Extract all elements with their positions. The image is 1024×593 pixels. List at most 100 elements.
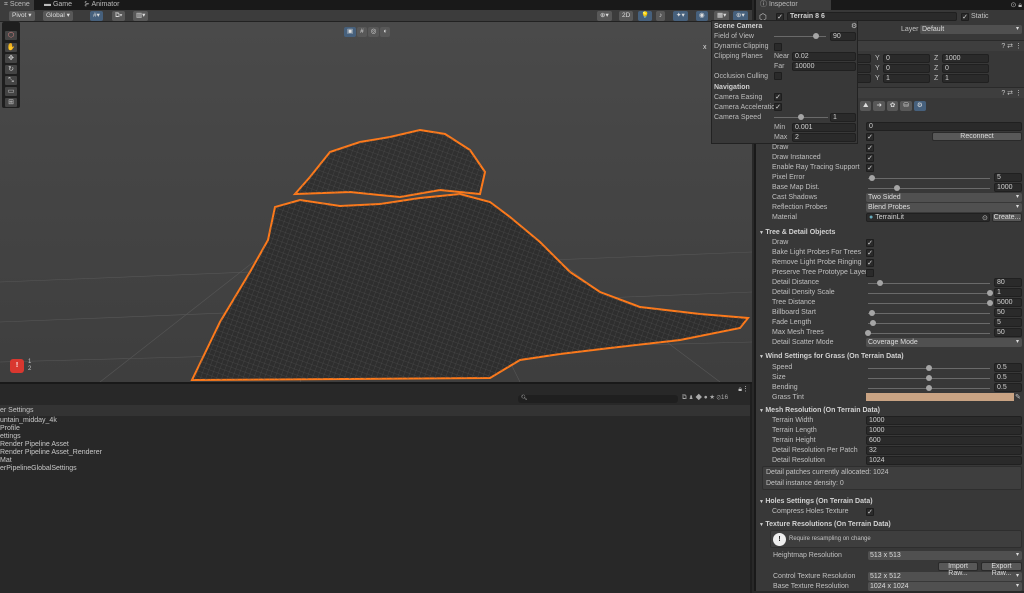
paint-details-tool-icon[interactable]: ✿ — [887, 101, 898, 111]
export-raw-button[interactable]: Export Raw... — [981, 562, 1022, 571]
texture-resolutions-header[interactable]: ▼ Texture Resolutions (On Terrain Data) — [756, 520, 1024, 530]
slider-track[interactable] — [868, 293, 990, 294]
grouping-id-field[interactable]: 0 — [866, 122, 1022, 131]
slider-track[interactable] — [868, 178, 990, 179]
slider-track[interactable] — [868, 303, 990, 304]
slider-knob[interactable] — [869, 175, 875, 181]
position-z-field[interactable]: 1000 — [942, 54, 989, 63]
scene-visibility-icon[interactable]: ◉ — [696, 11, 708, 21]
camera-acceleration-checkbox[interactable]: ✓ — [774, 103, 782, 111]
rect-tool-icon[interactable]: ▭ — [5, 87, 17, 96]
setting-dropdown[interactable]: Two Sided — [866, 193, 1022, 202]
far-field[interactable]: 10000 — [792, 62, 856, 71]
slider-knob[interactable] — [987, 300, 993, 306]
lock-icon[interactable]: 🔒︎⋮ — [738, 385, 749, 394]
component-menu-icon[interactable]: ? ⇄ ⋮ — [1001, 89, 1022, 97]
create-material-button[interactable]: Create... — [992, 213, 1022, 222]
setting-dropdown[interactable]: Blend Probes — [866, 203, 1022, 212]
draw-checkbox[interactable]: ✓ — [866, 239, 874, 247]
preserve-tree-prototype-layers-checkbox[interactable] — [866, 269, 874, 277]
favorite-icon[interactable]: ★ — [710, 394, 717, 401]
scale-tool-icon[interactable]: ⤡ — [5, 76, 17, 85]
camera-easing-checkbox[interactable]: ✓ — [774, 93, 782, 101]
scale-y-field[interactable]: 1 — [883, 74, 930, 83]
slider-knob[interactable] — [926, 365, 932, 371]
grid-snap-button[interactable]: #▾ — [90, 11, 103, 21]
project-list-item[interactable]: ettings — [0, 433, 21, 441]
compress-holes-texture-checkbox[interactable]: ✓ — [866, 508, 874, 516]
slider-track[interactable] — [868, 368, 990, 369]
slider-track[interactable] — [868, 333, 990, 334]
setting-dropdown[interactable]: Coverage Mode — [866, 338, 1022, 347]
slider-knob[interactable] — [987, 290, 993, 296]
near-field[interactable]: 0.02 — [792, 52, 856, 61]
slider-track[interactable] — [868, 283, 990, 284]
speed-max-field[interactable]: 2 — [792, 133, 856, 142]
position-y-field[interactable]: 0 — [883, 54, 930, 63]
speed-min-field[interactable]: 0.001 — [792, 123, 856, 132]
pivot-dropdown[interactable]: Pivot ▾ — [9, 11, 35, 21]
slider-knob[interactable] — [813, 33, 819, 39]
slider-value-field[interactable]: 5000 — [994, 298, 1022, 307]
import-raw-button[interactable]: Import Raw... — [938, 562, 978, 571]
rotation-y-field[interactable]: 0 — [883, 64, 930, 73]
fov-slider[interactable] — [774, 36, 826, 37]
project-list-item[interactable]: Mat — [0, 457, 12, 465]
project-list-item[interactable]: Render Pipeline Asset_Renderer — [0, 449, 102, 457]
slider-knob[interactable] — [926, 385, 932, 391]
setting-field[interactable]: 600 — [866, 436, 1022, 445]
tab-inspector[interactable]: ⓘ Inspector — [756, 0, 831, 10]
draw-mode-button[interactable]: ⊕▾ — [597, 11, 612, 21]
static-checkbox[interactable]: ✓ — [961, 13, 969, 21]
slider-knob[interactable] — [926, 375, 932, 381]
raise-terrain-tool-icon[interactable]: ⛰ — [860, 101, 871, 111]
slider-knob[interactable] — [865, 330, 871, 336]
effects-toggle-icon[interactable]: ✦▾ — [673, 11, 688, 21]
tab-scene[interactable]: ⌗ Scene — [0, 0, 34, 10]
setting-field[interactable]: 32 — [866, 446, 1022, 455]
tree-detail-header[interactable]: ▼ Tree & Detail Objects — [756, 228, 1024, 238]
occlusion-culling-checkbox[interactable] — [774, 72, 782, 80]
project-list-item[interactable]: Render Pipeline Asset — [0, 441, 69, 449]
lighting-toggle-icon[interactable]: 💡 — [638, 11, 652, 21]
slider-knob[interactable] — [869, 310, 875, 316]
scale-z-field[interactable]: 1 — [942, 74, 989, 83]
slider-value-field[interactable]: 0.5 — [994, 363, 1022, 372]
holes-settings-header[interactable]: ▼ Holes Settings (On Terrain Data) — [756, 497, 1024, 507]
view-tool-icon[interactable]: ⬡ — [5, 31, 17, 40]
slider-knob[interactable] — [870, 320, 876, 326]
mesh-resolution-header[interactable]: ▼ Mesh Resolution (On Terrain Data) — [756, 406, 1024, 416]
eyedropper-icon[interactable]: ✎ — [1015, 393, 1021, 401]
slider-value-field[interactable]: 5 — [994, 173, 1022, 182]
fov-field[interactable]: 90 — [830, 32, 856, 41]
snap-increment-button[interactable]: ⧉▾ — [112, 11, 125, 21]
enable-ray-tracing-support-checkbox[interactable]: ✓ — [866, 164, 874, 172]
slider-value-field[interactable]: 5 — [994, 318, 1022, 327]
slider-track[interactable] — [868, 188, 990, 189]
auto-connect-checkbox[interactable]: ✓ — [866, 133, 874, 141]
material-field[interactable]: ● TerrainLit — [866, 213, 990, 222]
object-picker-icon[interactable]: ⊙ — [982, 214, 988, 222]
error-icon[interactable]: ! — [10, 359, 24, 373]
audio-toggle-icon[interactable]: ♪ — [656, 11, 665, 21]
slider-track[interactable] — [868, 323, 990, 324]
draw-instanced-checkbox[interactable]: ✓ — [866, 154, 874, 162]
tab-game[interactable]: ▬ Game — [40, 0, 76, 10]
slider-knob[interactable] — [894, 185, 900, 191]
setting-field[interactable]: 1000 — [866, 426, 1022, 435]
gear-icon[interactable]: ⚙ — [851, 22, 857, 30]
slider-value-field[interactable]: 0.5 — [994, 373, 1022, 382]
move-tool-icon[interactable]: ✥ — [5, 54, 17, 63]
slider-track[interactable] — [868, 378, 990, 379]
setting-field[interactable]: 1000 — [866, 416, 1022, 425]
grass-tint-swatch[interactable] — [866, 393, 1014, 401]
slider-value-field[interactable]: 50 — [994, 328, 1022, 337]
project-list-item[interactable]: untain_midday_4k — [0, 417, 57, 425]
project-search-input[interactable]: 🔍︎ — [518, 395, 678, 403]
dynamic-clipping-checkbox[interactable] — [774, 43, 782, 51]
project-list-item[interactable]: erPipelineGlobalSettings — [0, 465, 77, 473]
project-list-item[interactable]: Profile — [0, 425, 20, 433]
slider-value-field[interactable]: 80 — [994, 278, 1022, 287]
paint-trees-tool-icon[interactable]: ➜ — [873, 101, 884, 111]
toolbar-overlay-button[interactable]: ▥▾ — [133, 11, 148, 21]
